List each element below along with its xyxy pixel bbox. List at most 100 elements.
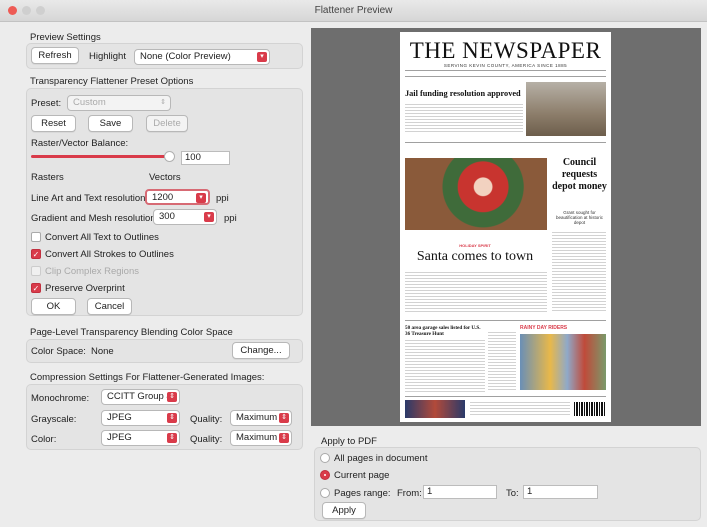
title-bar: Flattener Preview xyxy=(0,0,707,22)
monochrome-value: CCITT Group 4 xyxy=(107,391,172,402)
article-text-block xyxy=(405,340,485,392)
monochrome-select[interactable]: CCITT Group 4 ⇕ xyxy=(101,389,180,405)
rasters-label: Rasters xyxy=(31,172,64,183)
article-text-block xyxy=(405,272,547,312)
flattener-preview-window: Flattener Preview Preview Settings Refre… xyxy=(0,0,707,527)
balance-slider-track[interactable] xyxy=(31,155,168,158)
to-page-input[interactable]: 1 xyxy=(523,485,598,499)
pages-range-radio[interactable] xyxy=(320,488,330,498)
chevron-updown-icon: ⇕ xyxy=(167,413,177,423)
from-page-input[interactable]: 1 xyxy=(423,485,497,499)
balance-value-field[interactable]: 100 xyxy=(181,151,230,165)
cancel-button[interactable]: Cancel xyxy=(87,298,132,315)
vectors-label: Vectors xyxy=(149,172,181,183)
ad-banner xyxy=(405,400,465,418)
all-pages-label: All pages in document xyxy=(334,453,428,464)
newspaper-page-preview: THE NEWSPAPER SERVING KEVIN COUNTY, AMER… xyxy=(400,32,611,422)
chevron-updown-icon: ⇕ xyxy=(279,433,289,443)
highlight-value: None (Color Preview) xyxy=(140,51,231,62)
riders-photo xyxy=(520,334,606,390)
chevron-down-icon: ▾ xyxy=(257,52,267,62)
rule xyxy=(405,70,606,71)
chevron-updown-icon: ⇕ xyxy=(279,413,289,423)
highlight-label: Highlight xyxy=(89,51,126,62)
masthead-tagline: SERVING KEVIN COUNTY, AMERICA SINCE 1885 xyxy=(443,63,568,68)
headline-garage-sales: 50 area garage sales listed for U.S. 36 … xyxy=(405,325,481,337)
delete-button[interactable]: Delete xyxy=(146,115,188,132)
gradient-label: Gradient and Mesh resolution: xyxy=(31,213,159,224)
blending-header: Page-Level Transparency Blending Color S… xyxy=(30,327,233,338)
preserve-overprint-label: Preserve Overprint xyxy=(45,283,125,294)
santa-photo xyxy=(405,158,547,230)
balance-label: Raster/Vector Balance: xyxy=(31,138,129,149)
line-art-resolution-select[interactable]: 1200 ▾ xyxy=(145,189,210,205)
chevron-updown-icon: ⇕ xyxy=(167,392,177,402)
ppi-label-2: ppi xyxy=(224,213,237,224)
balance-slider-knob[interactable] xyxy=(164,151,175,162)
ppi-label: ppi xyxy=(216,193,229,204)
window-title: Flattener Preview xyxy=(314,5,393,16)
line-art-value: 1200 xyxy=(152,192,174,203)
grayscale-value: JPEG xyxy=(107,412,132,423)
chevron-updown-icon: ⇕ xyxy=(167,433,177,443)
rule xyxy=(405,142,606,143)
color-quality-value: Maximum xyxy=(236,432,278,443)
color-quality-label: Quality: xyxy=(190,434,223,445)
strokes-outlines-checkbox[interactable]: ✓ xyxy=(31,249,41,259)
barcode-icon xyxy=(574,402,606,416)
apply-button[interactable]: Apply xyxy=(322,502,366,519)
color-select[interactable]: JPEG ⇕ xyxy=(101,430,180,446)
apply-header: Apply to PDF xyxy=(321,436,377,447)
color-space-value: None xyxy=(91,346,114,357)
headline-jail: Jail funding resolution approved xyxy=(405,89,521,98)
gradient-value: 300 xyxy=(159,211,175,222)
highlight-select[interactable]: None (Color Preview) ▾ xyxy=(134,49,270,65)
ok-button[interactable]: OK xyxy=(31,298,76,315)
color-space-label: Color Space: xyxy=(31,346,86,357)
article-text-block xyxy=(405,104,523,134)
article-text-block xyxy=(552,232,606,312)
preset-select[interactable]: Custom ⇕ xyxy=(67,95,171,111)
masthead: THE NEWSPAPER xyxy=(409,38,602,63)
flattener-preview-pane: THE NEWSPAPER SERVING KEVIN COUNTY, AMER… xyxy=(311,28,701,426)
all-pages-radio[interactable] xyxy=(320,453,330,463)
current-page-radio[interactable] xyxy=(320,470,330,480)
gradient-resolution-select[interactable]: 300 ▾ xyxy=(153,209,217,225)
rule xyxy=(405,396,606,397)
preset-label: Preset: xyxy=(31,98,62,109)
compression-header: Compression Settings For Flattener-Gener… xyxy=(30,372,265,383)
courthouse-photo xyxy=(526,82,606,136)
grayscale-quality-select[interactable]: Maximum ⇕ xyxy=(230,410,292,426)
headline-santa: Santa comes to town xyxy=(416,249,534,264)
color-value: JPEG xyxy=(107,432,132,443)
preset-options-header: Transparency Flattener Preset Options xyxy=(30,76,194,87)
save-button[interactable]: Save xyxy=(88,115,133,132)
color-quality-select[interactable]: Maximum ⇕ xyxy=(230,430,292,446)
text-outlines-checkbox[interactable] xyxy=(31,232,41,242)
refresh-button[interactable]: Refresh xyxy=(31,47,79,64)
grayscale-quality-label: Quality: xyxy=(190,414,223,425)
change-button[interactable]: Change... xyxy=(232,342,290,359)
preserve-overprint-checkbox[interactable]: ✓ xyxy=(31,283,41,293)
monochrome-label: Monochrome: xyxy=(31,393,90,404)
preset-value: Custom xyxy=(73,97,106,108)
rule xyxy=(405,320,606,321)
grayscale-quality-value: Maximum xyxy=(236,412,278,423)
headline-council: Council requests depot money xyxy=(552,157,607,192)
pages-range-label: Pages range: xyxy=(334,488,391,499)
preview-settings-header: Preview Settings xyxy=(30,32,101,43)
chevron-down-icon: ▾ xyxy=(204,212,214,222)
kicker-holiday: HOLIDAY SPIRIT xyxy=(459,243,491,248)
from-label: From: xyxy=(397,488,422,499)
index-text xyxy=(470,402,570,417)
rule xyxy=(405,76,606,77)
line-art-label: Line Art and Text resolution: xyxy=(31,193,149,204)
chevron-down-icon: ▾ xyxy=(196,193,206,203)
to-label: To: xyxy=(506,488,519,499)
headline-rainy-riders: RAINY DAY RIDERS xyxy=(520,325,568,331)
clip-regions-checkbox[interactable] xyxy=(31,266,41,276)
reset-button[interactable]: Reset xyxy=(31,115,76,132)
color-label: Color: xyxy=(31,434,57,445)
grayscale-select[interactable]: JPEG ⇕ xyxy=(101,410,180,426)
council-subhead: Grant sought for beautification at histo… xyxy=(555,210,604,225)
